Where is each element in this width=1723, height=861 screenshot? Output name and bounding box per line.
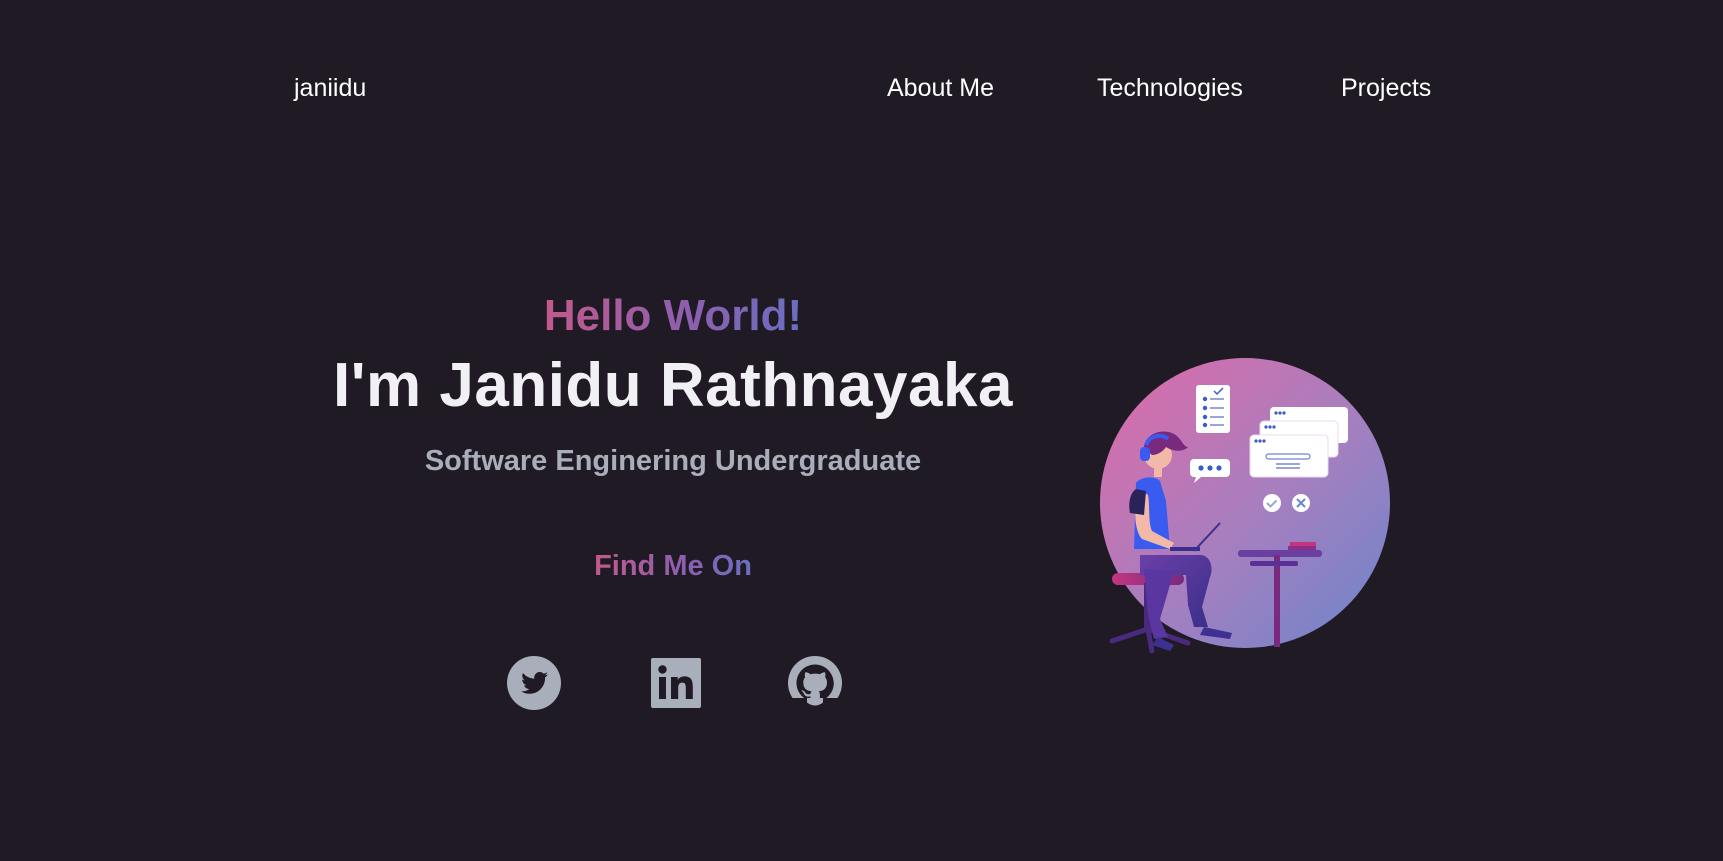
linkedin-icon [651,658,701,708]
find-me-heading: Find Me On [594,550,752,583]
developer-illustration [1100,355,1400,675]
hero-role: Software Enginering Undergraduate [424,445,922,478]
twitter-icon [507,656,561,710]
twitter-link[interactable] [507,656,561,710]
nav-link-about-me[interactable]: About Me [887,74,994,103]
hero-section: Hello World! I'm Janidu Rathnayaka Softw… [300,290,1046,710]
hero-greeting: Hello World! [544,290,802,343]
github-icon [788,656,842,710]
developer-at-laptop-illustration [1100,358,1390,654]
hero-name: I'm Janidu Rathnayaka [333,350,1013,420]
nav-link-technologies[interactable]: Technologies [1097,74,1243,103]
nav-link-projects[interactable]: Projects [1341,74,1431,103]
social-links [300,656,1046,712]
portfolio-page: janiidu About Me Technologies Projects H… [0,0,1723,861]
nav-menu: About Me Technologies Projects [0,74,1723,114]
linkedin-link[interactable] [649,656,703,710]
github-link[interactable] [788,656,842,710]
